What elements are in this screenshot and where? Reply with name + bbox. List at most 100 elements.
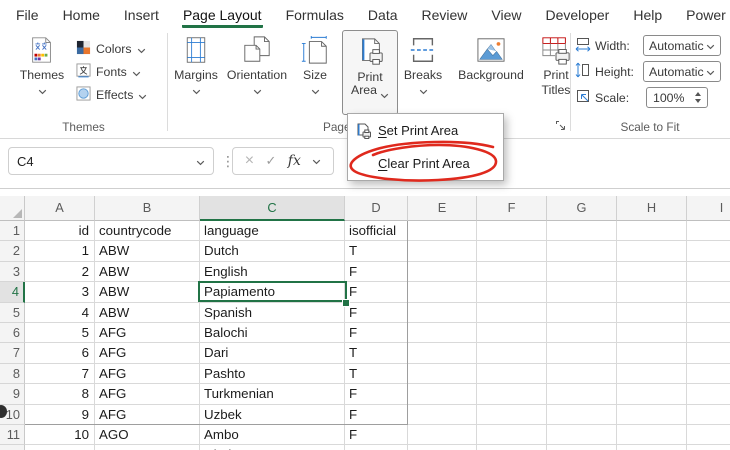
- cell-I12[interactable]: [687, 445, 730, 450]
- tab-help[interactable]: Help: [632, 4, 663, 28]
- cell-B9[interactable]: AFG: [95, 384, 200, 404]
- cell-F9[interactable]: [477, 384, 547, 404]
- cell-G12[interactable]: [547, 445, 617, 450]
- cell-A3[interactable]: 2: [25, 262, 95, 282]
- cell-I9[interactable]: [687, 384, 730, 404]
- cell-I2[interactable]: [687, 241, 730, 261]
- cell-A5[interactable]: 4: [25, 303, 95, 323]
- cell-A1[interactable]: id: [25, 221, 95, 241]
- cell-I7[interactable]: [687, 343, 730, 363]
- row-header-6[interactable]: 6: [0, 323, 25, 343]
- cell-G7[interactable]: [547, 343, 617, 363]
- column-header-F[interactable]: F: [477, 196, 547, 221]
- background-button[interactable]: Background: [450, 33, 532, 82]
- cell-H11[interactable]: [617, 425, 687, 445]
- cell-A10[interactable]: 9: [25, 405, 95, 425]
- column-header-I[interactable]: I: [687, 196, 730, 221]
- cell-E9[interactable]: [408, 384, 477, 404]
- size-button[interactable]: Size: [292, 33, 338, 91]
- tab-file[interactable]: File: [15, 4, 40, 28]
- cell-E12[interactable]: [408, 445, 477, 450]
- effects-button[interactable]: Effects: [76, 86, 147, 104]
- cell-D4[interactable]: F: [345, 282, 408, 302]
- cell-E10[interactable]: [408, 405, 477, 425]
- cell-A4[interactable]: 3: [25, 282, 95, 302]
- cell-H9[interactable]: [617, 384, 687, 404]
- cell-C7[interactable]: Dari: [200, 343, 345, 363]
- tab-insert[interactable]: Insert: [123, 4, 160, 28]
- cell-F3[interactable]: [477, 262, 547, 282]
- cell-I4[interactable]: [687, 282, 730, 302]
- cell-B3[interactable]: ABW: [95, 262, 200, 282]
- tab-review[interactable]: Review: [421, 4, 469, 28]
- cell-D3[interactable]: F: [345, 262, 408, 282]
- row-header-12[interactable]: 12: [0, 445, 25, 450]
- cell-I5[interactable]: [687, 303, 730, 323]
- cell-A8[interactable]: 7: [25, 364, 95, 384]
- cell-D10[interactable]: F: [345, 405, 408, 425]
- fx-icon[interactable]: fx: [288, 153, 301, 169]
- cell-H4[interactable]: [617, 282, 687, 302]
- cell-A12[interactable]: 11: [25, 445, 95, 450]
- cell-E7[interactable]: [408, 343, 477, 363]
- cell-D8[interactable]: T: [345, 364, 408, 384]
- cell-E6[interactable]: [408, 323, 477, 343]
- cell-A11[interactable]: 10: [25, 425, 95, 445]
- cell-E8[interactable]: [408, 364, 477, 384]
- cell-F6[interactable]: [477, 323, 547, 343]
- cell-A2[interactable]: 1: [25, 241, 95, 261]
- cell-G5[interactable]: [547, 303, 617, 323]
- margins-button[interactable]: Margins: [170, 33, 222, 91]
- cell-D6[interactable]: F: [345, 323, 408, 343]
- tab-developer[interactable]: Developer: [545, 4, 611, 28]
- cell-F7[interactable]: [477, 343, 547, 363]
- cell-F12[interactable]: [477, 445, 547, 450]
- cell-H1[interactable]: [617, 221, 687, 241]
- cell-G1[interactable]: [547, 221, 617, 241]
- cell-C6[interactable]: Balochi: [200, 323, 345, 343]
- row-header-1[interactable]: 1: [0, 221, 25, 241]
- orientation-button[interactable]: Orientation: [224, 33, 290, 91]
- row-header-4[interactable]: 4: [0, 282, 25, 302]
- cell-H8[interactable]: [617, 364, 687, 384]
- column-header-B[interactable]: B: [95, 196, 200, 221]
- print-area-button[interactable]: Print Area: [342, 30, 398, 115]
- cell-D7[interactable]: T: [345, 343, 408, 363]
- spin-up-icon[interactable]: [695, 92, 701, 96]
- cell-D11[interactable]: F: [345, 425, 408, 445]
- cell-D2[interactable]: T: [345, 241, 408, 261]
- cell-B11[interactable]: AGO: [95, 425, 200, 445]
- cell-D9[interactable]: F: [345, 384, 408, 404]
- column-header-C[interactable]: C: [200, 196, 345, 221]
- cell-F8[interactable]: [477, 364, 547, 384]
- cell-B12[interactable]: AGO: [95, 445, 200, 450]
- cell-A6[interactable]: 5: [25, 323, 95, 343]
- cell-F5[interactable]: [477, 303, 547, 323]
- cell-E1[interactable]: [408, 221, 477, 241]
- cell-B10[interactable]: AFG: [95, 405, 200, 425]
- cell-G3[interactable]: [547, 262, 617, 282]
- cell-C11[interactable]: Ambo: [200, 425, 345, 445]
- cell-H12[interactable]: [617, 445, 687, 450]
- cell-F2[interactable]: [477, 241, 547, 261]
- cell-E3[interactable]: [408, 262, 477, 282]
- cell-C9[interactable]: Turkmenian: [200, 384, 345, 404]
- tab-view[interactable]: View: [490, 4, 522, 28]
- tab-data[interactable]: Data: [367, 4, 399, 28]
- cell-E11[interactable]: [408, 425, 477, 445]
- cell-G4[interactable]: [547, 282, 617, 302]
- cell-H5[interactable]: [617, 303, 687, 323]
- tab-formulas[interactable]: Formulas: [285, 4, 345, 28]
- cell-F10[interactable]: [477, 405, 547, 425]
- breaks-button[interactable]: Breaks: [398, 33, 448, 91]
- dialog-launcher-icon[interactable]: [555, 118, 567, 130]
- cell-B5[interactable]: ABW: [95, 303, 200, 323]
- cell-F11[interactable]: [477, 425, 547, 445]
- cell-H7[interactable]: [617, 343, 687, 363]
- cell-E2[interactable]: [408, 241, 477, 261]
- cell-I3[interactable]: [687, 262, 730, 282]
- column-header-E[interactable]: E: [408, 196, 477, 221]
- cell-I1[interactable]: [687, 221, 730, 241]
- cell-B6[interactable]: AFG: [95, 323, 200, 343]
- column-header-A[interactable]: A: [25, 196, 95, 221]
